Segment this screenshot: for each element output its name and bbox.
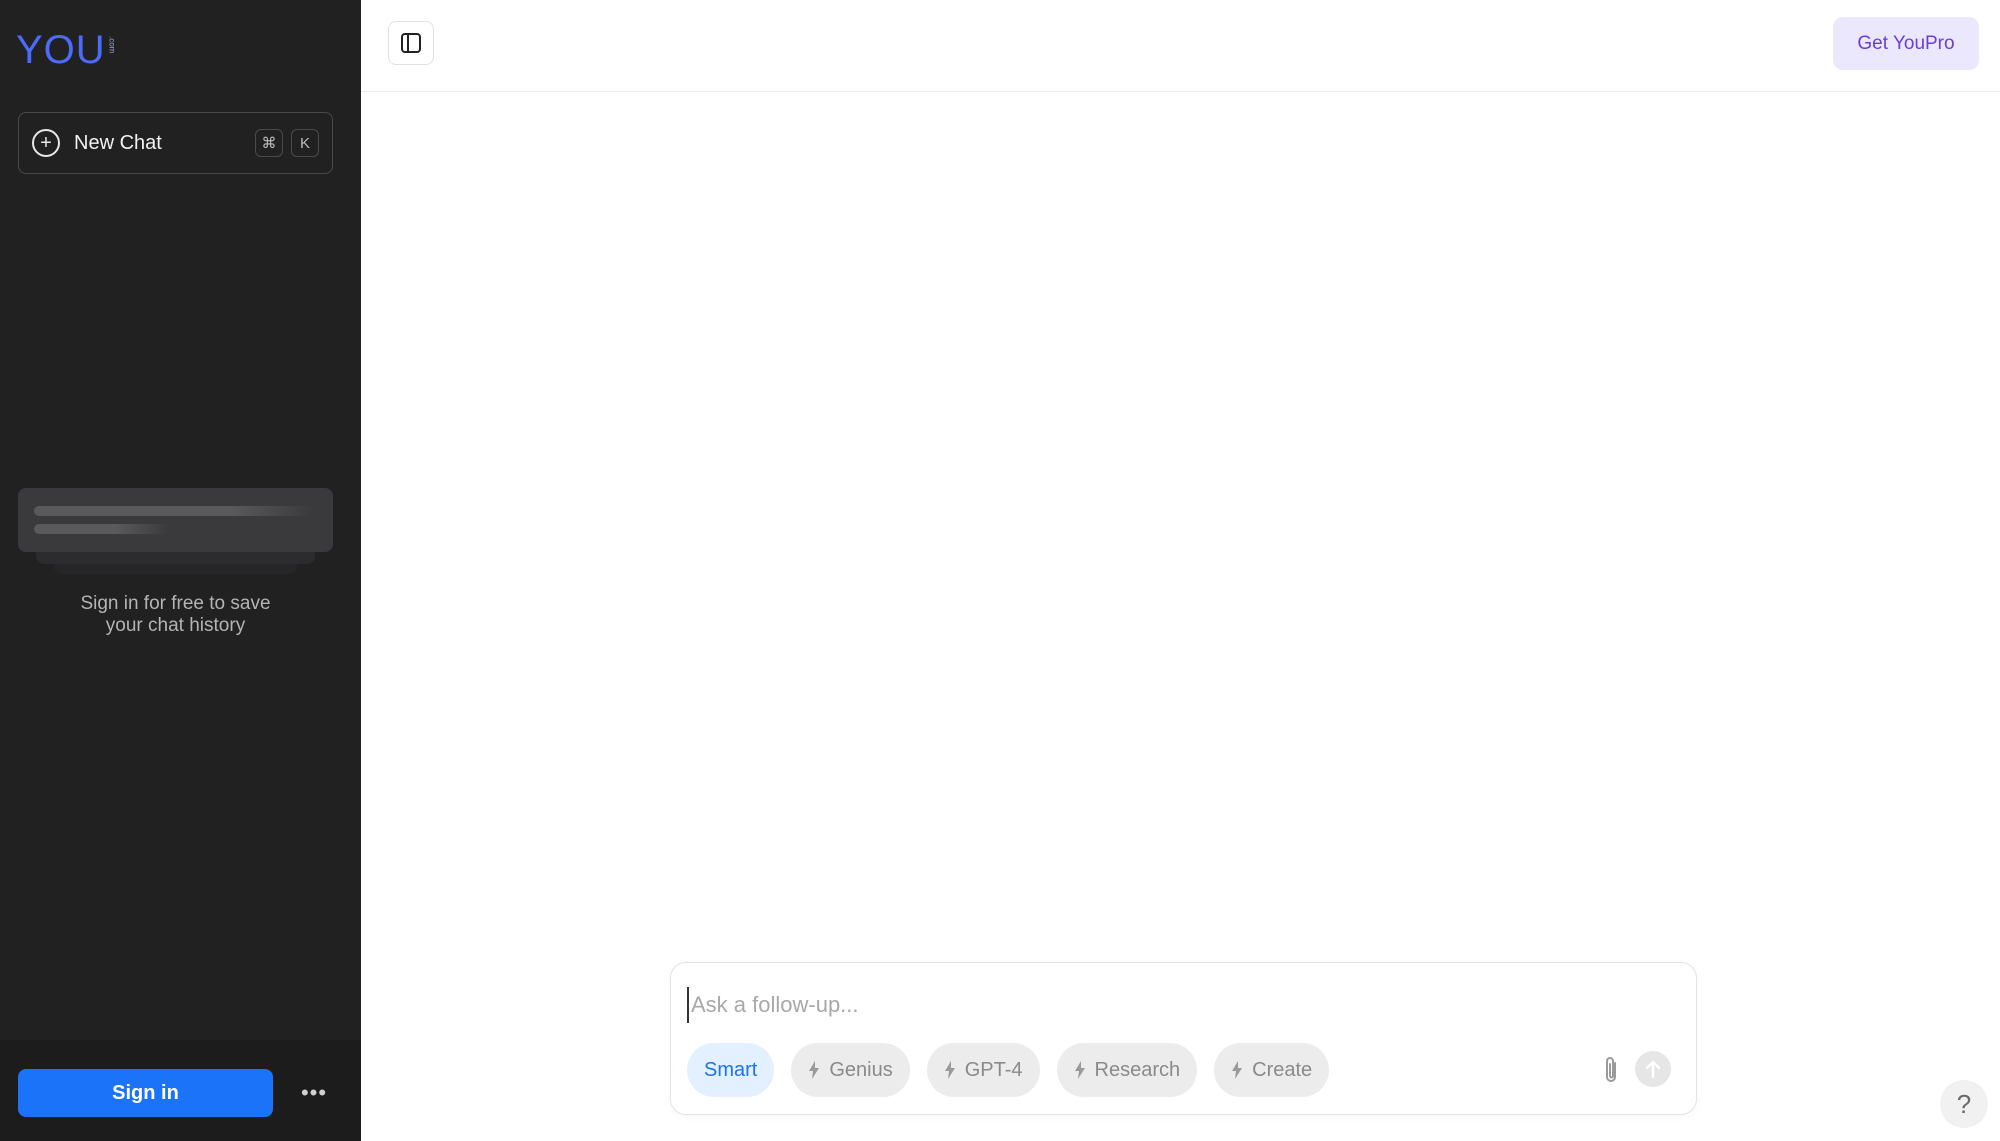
mode-label: Research (1094, 1058, 1181, 1081)
sign-in-button[interactable]: Sign in (18, 1069, 273, 1117)
sidebar: YOU .com + New Chat ⌘ K Sign in for free… (0, 0, 361, 1141)
shortcut-hint: ⌘ K (255, 129, 319, 157)
mode-label: GPT-4 (964, 1058, 1023, 1081)
mode-create[interactable]: Create (1214, 1043, 1330, 1097)
mode-smart[interactable]: Smart (687, 1043, 775, 1097)
more-options-icon[interactable]: ••• (296, 1080, 332, 1106)
command-key: ⌘ (255, 129, 283, 157)
get-youpro-button[interactable]: Get YouPro (1833, 17, 1979, 70)
mode-selector: Smart Genius GPT-4 Research Create (687, 1043, 1330, 1097)
mode-label: Create (1252, 1058, 1313, 1081)
signin-message: Sign in for free to save your chat histo… (18, 593, 333, 637)
signin-message-line: your chat history (105, 615, 246, 636)
you-logo[interactable]: YOU .com (16, 28, 117, 72)
k-key: K (291, 129, 319, 157)
mode-research[interactable]: Research (1056, 1043, 1198, 1097)
mode-label: Genius (829, 1058, 893, 1081)
new-chat-label: New Chat (74, 131, 162, 154)
paperclip-icon (1606, 1057, 1616, 1082)
send-button[interactable] (1635, 1051, 1671, 1087)
bolt-icon (1231, 1061, 1243, 1079)
logo-suffix: .com (107, 36, 117, 54)
placeholder-stack (54, 564, 297, 574)
mode-genius[interactable]: Genius (791, 1043, 910, 1097)
signin-message-line: Sign in for free to save (80, 593, 271, 614)
bolt-icon (944, 1061, 956, 1079)
bolt-icon (1074, 1061, 1086, 1079)
top-bar (361, 0, 2000, 92)
logo-text: YOU (16, 28, 106, 72)
placeholder-line (34, 506, 314, 516)
attach-button[interactable] (1597, 1053, 1625, 1087)
chat-composer: Smart Genius GPT-4 Research Create (670, 962, 1697, 1115)
sidebar-toggle-button[interactable] (388, 21, 434, 65)
chat-history-placeholder (18, 488, 333, 552)
chat-input[interactable] (687, 987, 1593, 1023)
placeholder-line (34, 524, 169, 534)
mode-label: Smart (704, 1058, 758, 1081)
plus-circle-icon: + (32, 129, 60, 157)
bolt-icon (808, 1061, 820, 1079)
sidebar-panel-icon (401, 33, 421, 53)
arrow-up-icon (1645, 1060, 1661, 1079)
help-button[interactable]: ? (1940, 1080, 1988, 1128)
placeholder-stack (36, 552, 315, 564)
mode-gpt4[interactable]: GPT-4 (926, 1043, 1040, 1097)
new-chat-button[interactable]: + New Chat ⌘ K (18, 112, 333, 174)
